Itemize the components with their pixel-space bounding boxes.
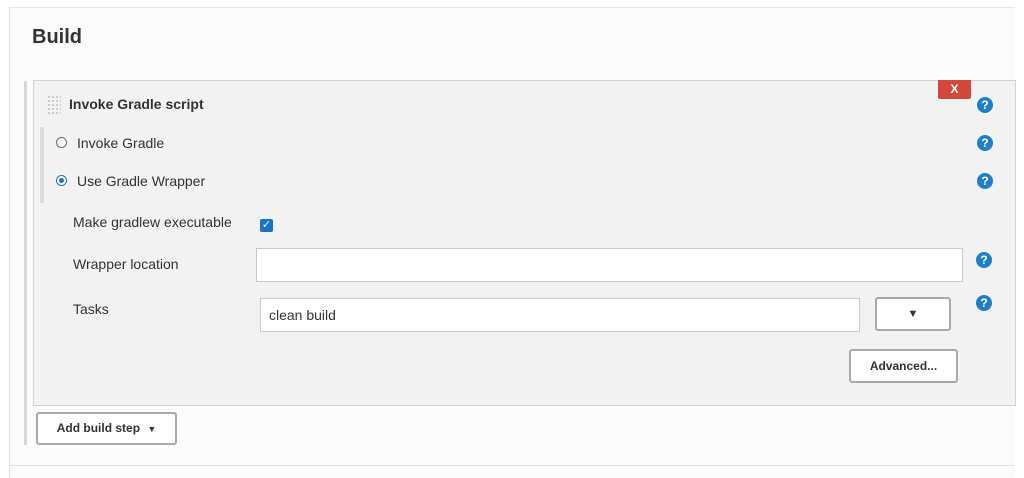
- delete-step-button[interactable]: X: [938, 80, 971, 99]
- radio-invoke-gradle[interactable]: [56, 137, 67, 148]
- help-icon-wrapper-location[interactable]: ?: [976, 252, 992, 268]
- radio-use-gradle-wrapper-label[interactable]: Use Gradle Wrapper: [77, 173, 205, 189]
- steps-rail: [24, 81, 27, 445]
- section-divider: [9, 465, 1014, 466]
- radio-group-rail: [40, 127, 44, 203]
- help-icon-tasks[interactable]: ?: [976, 295, 992, 311]
- step-title: Invoke Gradle script: [69, 96, 204, 112]
- tasks-dropdown-button[interactable]: ▼: [875, 297, 951, 331]
- radio-use-gradle-wrapper[interactable]: [56, 175, 67, 186]
- radio-invoke-gradle-label[interactable]: Invoke Gradle: [77, 135, 164, 151]
- chevron-down-icon: ▼: [147, 424, 157, 434]
- tasks-input[interactable]: [260, 298, 860, 332]
- make-executable-checkbox[interactable]: ✓: [260, 219, 273, 232]
- add-build-step-label: Add build step: [56, 421, 141, 435]
- help-icon-step[interactable]: ?: [977, 97, 993, 113]
- wrapper-location-input[interactable]: [256, 248, 963, 282]
- advanced-button[interactable]: Advanced...: [849, 349, 958, 383]
- make-executable-label: Make gradlew executable: [73, 214, 232, 230]
- drag-handle-icon[interactable]: [47, 95, 61, 115]
- add-build-step-button[interactable]: Add build step ▼: [36, 412, 177, 445]
- help-icon-use-wrapper[interactable]: ?: [977, 173, 993, 189]
- tasks-label: Tasks: [73, 301, 109, 317]
- help-icon-invoke-gradle[interactable]: ?: [977, 135, 993, 151]
- section-title: Build: [32, 26, 82, 48]
- wrapper-location-label: Wrapper location: [73, 256, 179, 272]
